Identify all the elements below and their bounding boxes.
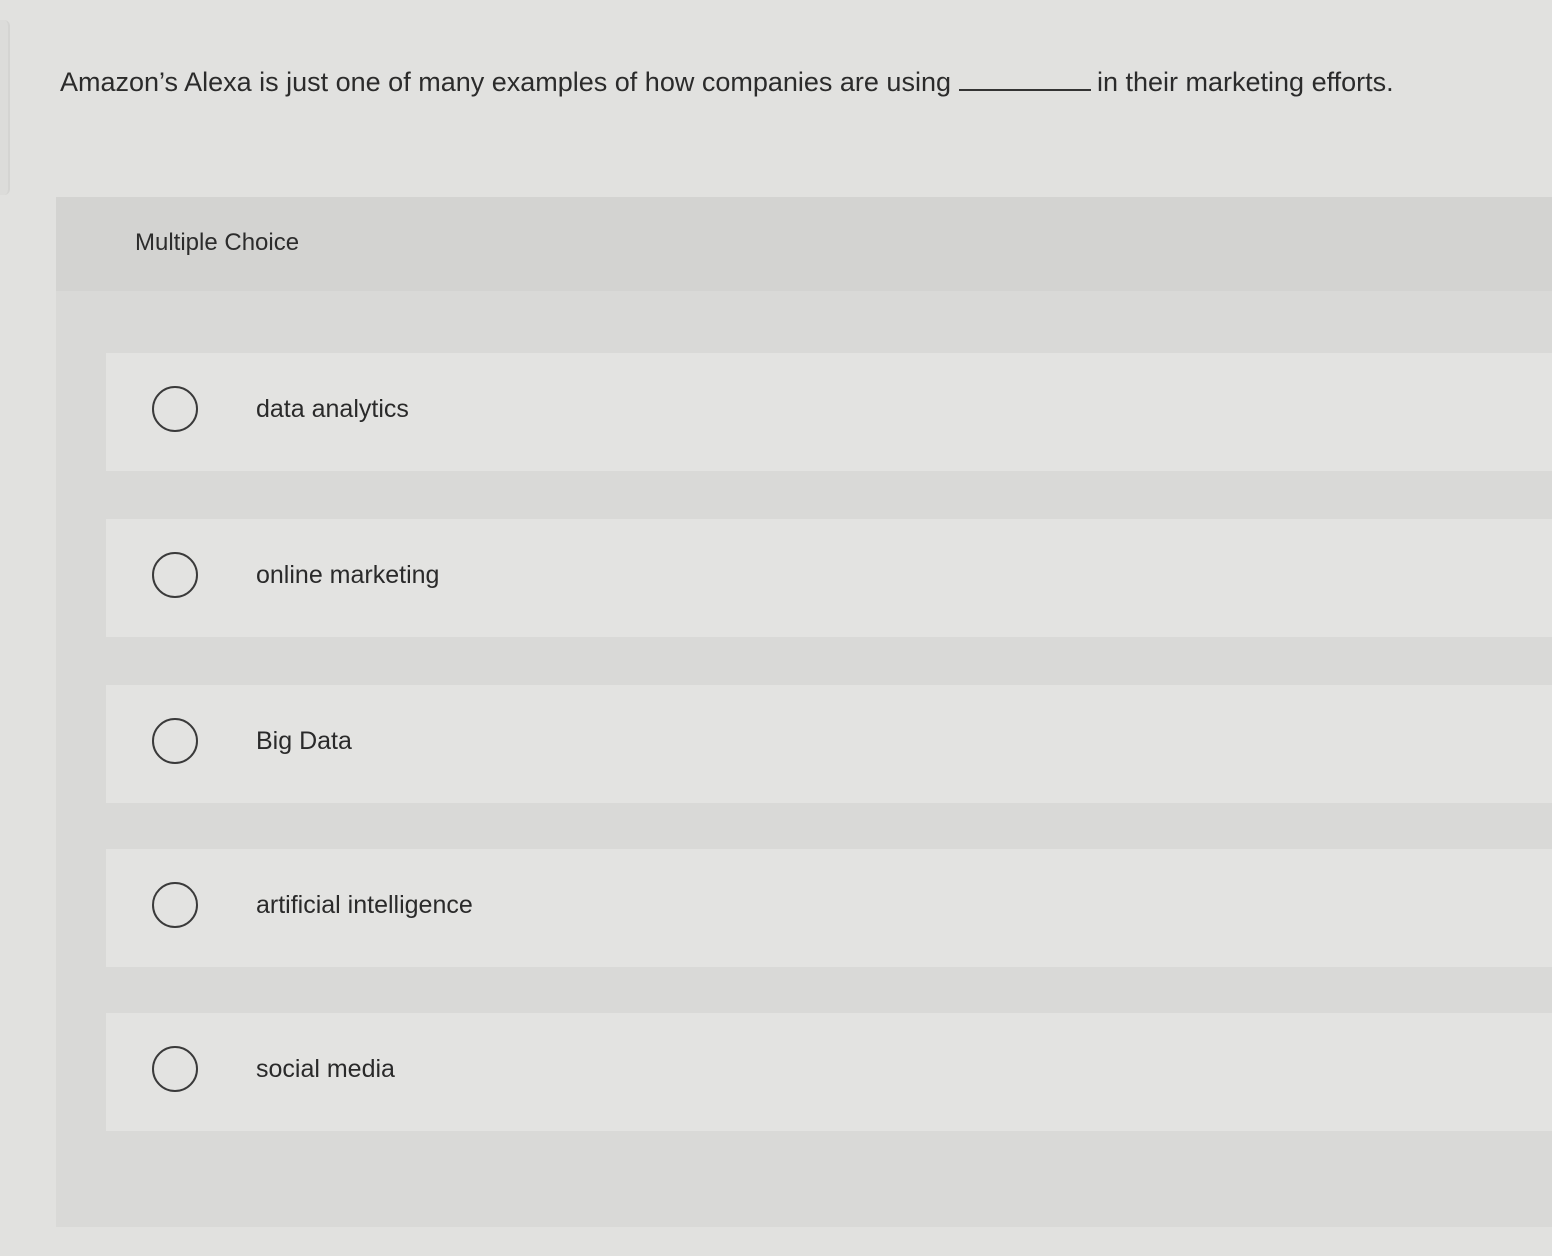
- radio-circle-icon[interactable]: [152, 386, 198, 432]
- radio-circle-icon[interactable]: [152, 882, 198, 928]
- multiple-choice-header: Multiple Choice: [56, 197, 1552, 291]
- choice-option-social-media[interactable]: social media: [106, 1013, 1552, 1131]
- multiple-choice-panel: Multiple Choice data analytics online ma…: [56, 197, 1552, 1227]
- previous-panel-edge: [0, 20, 10, 195]
- question-text-after: in their marketing efforts.: [1096, 67, 1394, 97]
- choice-label: Big Data: [256, 727, 352, 755]
- answer-blank: [958, 65, 1091, 91]
- choice-option-online-marketing[interactable]: online marketing: [106, 519, 1552, 637]
- radio-circle-icon[interactable]: [152, 552, 198, 598]
- radio-circle-icon[interactable]: [152, 718, 198, 764]
- choice-option-artificial-intelligence[interactable]: artificial intelligence: [106, 849, 1552, 967]
- question-text-before: Amazon’s Alexa is just one of many examp…: [60, 67, 951, 97]
- choice-option-data-analytics[interactable]: data analytics: [106, 353, 1552, 471]
- multiple-choice-label: Multiple Choice: [135, 229, 300, 256]
- choice-label: social media: [256, 1055, 395, 1083]
- choice-label: online marketing: [256, 561, 440, 589]
- radio-circle-icon[interactable]: [152, 1046, 198, 1092]
- choice-label: data analytics: [256, 395, 409, 423]
- question-text: Amazon’s Alexa is just one of many examp…: [60, 62, 1394, 102]
- choice-option-big-data[interactable]: Big Data: [106, 685, 1552, 803]
- choice-label: artificial intelligence: [256, 891, 473, 919]
